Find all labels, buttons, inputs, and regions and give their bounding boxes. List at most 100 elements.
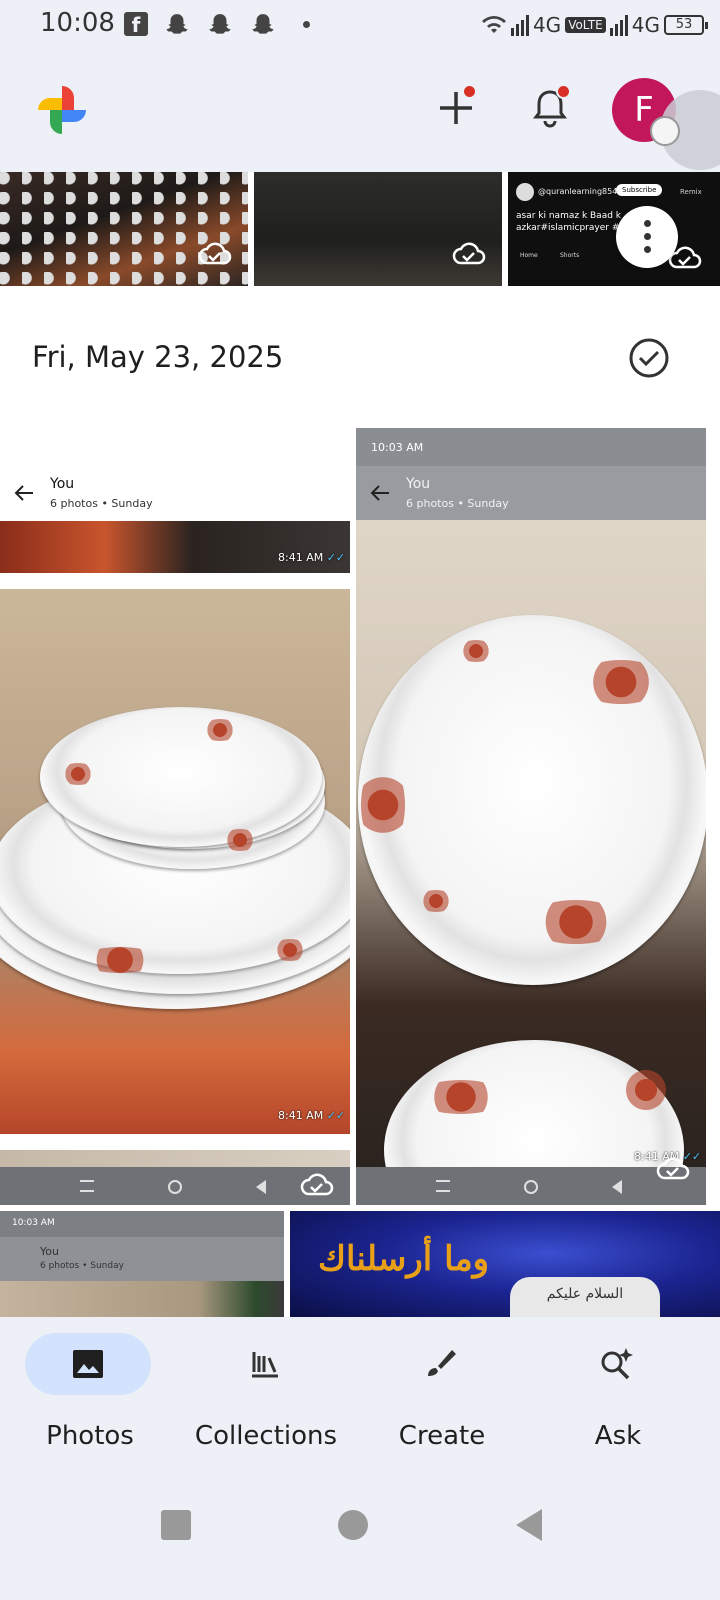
nav-label: Collections: [194, 1421, 338, 1451]
nav-photos[interactable]: Photos: [0, 1333, 180, 1453]
notification-dot: [462, 84, 477, 99]
arabic-calligraphy: وما أرسلناك: [318, 1239, 490, 1279]
notifications-button[interactable]: [528, 84, 572, 130]
network-type-2: 4G: [631, 13, 660, 37]
home-circle-icon[interactable]: [333, 1505, 373, 1545]
yt-nav-shorts: Shorts: [560, 252, 580, 259]
hidden-eye-icon: [650, 116, 680, 146]
whatsapp-screenshot-thumbnail[interactable]: 10:03 AM You 6 photos • Sunday 8:41 AM ✓…: [356, 428, 706, 1205]
signal-icon: [609, 14, 628, 36]
floral-pattern: [416, 890, 456, 912]
status-bar: 10:08 f 4G VoLTE 4G 53: [0, 0, 720, 56]
screenshot-status-bar: 10:03 AM: [356, 428, 706, 466]
menu-icon: [80, 1180, 94, 1192]
facebook-notification-icon: f: [124, 12, 148, 37]
recents-square-icon[interactable]: [156, 1505, 196, 1545]
bottom-navigation: Photos Collections Create Ask: [0, 1317, 720, 1467]
top-app-bar: F: [0, 56, 720, 172]
chat-name: You: [406, 476, 431, 492]
volte-badge: VoLTE: [565, 17, 606, 33]
collections-icon: [252, 1352, 278, 1378]
floral-pattern: [416, 1080, 506, 1114]
cloud-backed-up-icon: [452, 242, 486, 265]
greeting-banner: السلام عليكم: [510, 1277, 660, 1317]
nav-ask[interactable]: Ask: [528, 1333, 708, 1453]
back-arrow-icon: [14, 485, 33, 501]
snapchat-notification-icon: [166, 14, 188, 34]
chat-header: You 6 photos • Sunday: [356, 466, 706, 520]
floral-pattern: [526, 900, 626, 944]
chat-subtitle: 6 photos • Sunday: [40, 1261, 124, 1271]
floral-pattern: [200, 719, 240, 741]
youtube-screenshot-thumbnail[interactable]: @quranlearning8547 Subscribe Remix asar …: [508, 172, 720, 286]
brush-icon: [428, 1350, 456, 1376]
back-triangle-icon: [612, 1180, 622, 1194]
date-header: Fri, May 23, 2025: [32, 340, 284, 374]
floral-pattern: [361, 760, 405, 850]
floral-pattern: [58, 763, 98, 785]
floral-pattern: [576, 660, 666, 704]
notification-dot: [556, 84, 571, 99]
signal-icon: [510, 14, 529, 36]
snapchat-notification-icon: [209, 14, 231, 34]
back-triangle-icon: [256, 1180, 266, 1194]
screenshot-status-time: 10:03 AM: [12, 1218, 55, 1228]
whatsapp-screenshot-thumbnail[interactable]: 10:03 AM You 6 photos • Sunday: [0, 1211, 284, 1317]
select-all-check-icon[interactable]: [628, 337, 670, 379]
cloud-backed-up-icon: [656, 1157, 690, 1180]
network-type-1: 4G: [532, 13, 562, 37]
chat-subtitle: 6 photos • Sunday: [406, 497, 509, 510]
system-navigation-bar: [0, 1467, 720, 1600]
message-time: 8:41 AM ✓✓: [278, 1109, 346, 1122]
dot: [644, 246, 651, 253]
remix-label: Remix: [680, 188, 702, 196]
channel-handle: @quranlearning8547: [538, 187, 623, 196]
google-photos-logo: [38, 86, 86, 134]
cloud-backed-up-icon: [198, 242, 232, 265]
photo-thumbnail[interactable]: وما أرسلناك السلام عليكم: [290, 1211, 720, 1317]
chat-photo-plate: 8:41 AM ✓✓: [356, 520, 706, 1205]
chat-name: You: [40, 1245, 59, 1258]
screenshot-status-bar: 10:03 AM: [0, 1211, 284, 1237]
photo-thumbnail[interactable]: [0, 172, 248, 286]
channel-avatar: [516, 183, 534, 201]
subscribe-pill: Subscribe: [616, 184, 663, 196]
floral-pattern: [80, 947, 160, 973]
chat-header: You 6 photos • Sunday: [0, 466, 350, 520]
nav-label: Ask: [594, 1421, 642, 1451]
status-time: 10:08: [40, 8, 115, 38]
chat-photo: [0, 1150, 350, 1168]
wifi-icon: [481, 16, 506, 33]
nav-create[interactable]: Create: [352, 1333, 532, 1453]
whatsapp-screenshot-thumbnail[interactable]: You 6 photos • Sunday 8:41 AM ✓✓ 8:41 AM…: [0, 428, 350, 1205]
chat-photo: [0, 1281, 284, 1317]
dot: [644, 220, 651, 227]
screenshot-status-time: 10:03 AM: [371, 441, 424, 454]
floral-pattern: [270, 939, 310, 961]
battery-icon: 53: [664, 15, 708, 35]
add-button[interactable]: [434, 84, 478, 130]
chat-photo-plates: 8:41 AM ✓✓: [0, 589, 350, 1134]
cloud-backed-up-icon: [300, 1173, 334, 1196]
floral-pattern: [456, 640, 496, 662]
back-triangle-icon[interactable]: [510, 1505, 550, 1545]
chat-photo: 8:41 AM ✓✓: [0, 521, 350, 573]
photo-thumbnail[interactable]: [254, 172, 502, 286]
message-time: 8:41 AM ✓✓: [278, 551, 346, 564]
nav-collections[interactable]: Collections: [176, 1333, 356, 1453]
back-arrow-icon: [370, 485, 389, 501]
nav-label: Create: [398, 1421, 486, 1451]
photo-icon: [73, 1350, 103, 1378]
yt-nav-home: Home: [520, 252, 538, 259]
screenshot-nav-bar: [0, 1167, 350, 1205]
home-circle-icon: [524, 1180, 538, 1194]
more-notifications-dot: [303, 21, 310, 28]
more-options-button[interactable]: [616, 206, 678, 268]
ask-sparkle-icon: [601, 1348, 633, 1380]
status-indicators: 4G VoLTE 4G 53: [481, 10, 708, 40]
floral-pattern: [626, 1060, 666, 1120]
floral-pattern: [220, 829, 260, 851]
chat-name: You: [50, 476, 75, 492]
menu-icon: [436, 1180, 450, 1192]
nav-label: Photos: [46, 1421, 134, 1451]
